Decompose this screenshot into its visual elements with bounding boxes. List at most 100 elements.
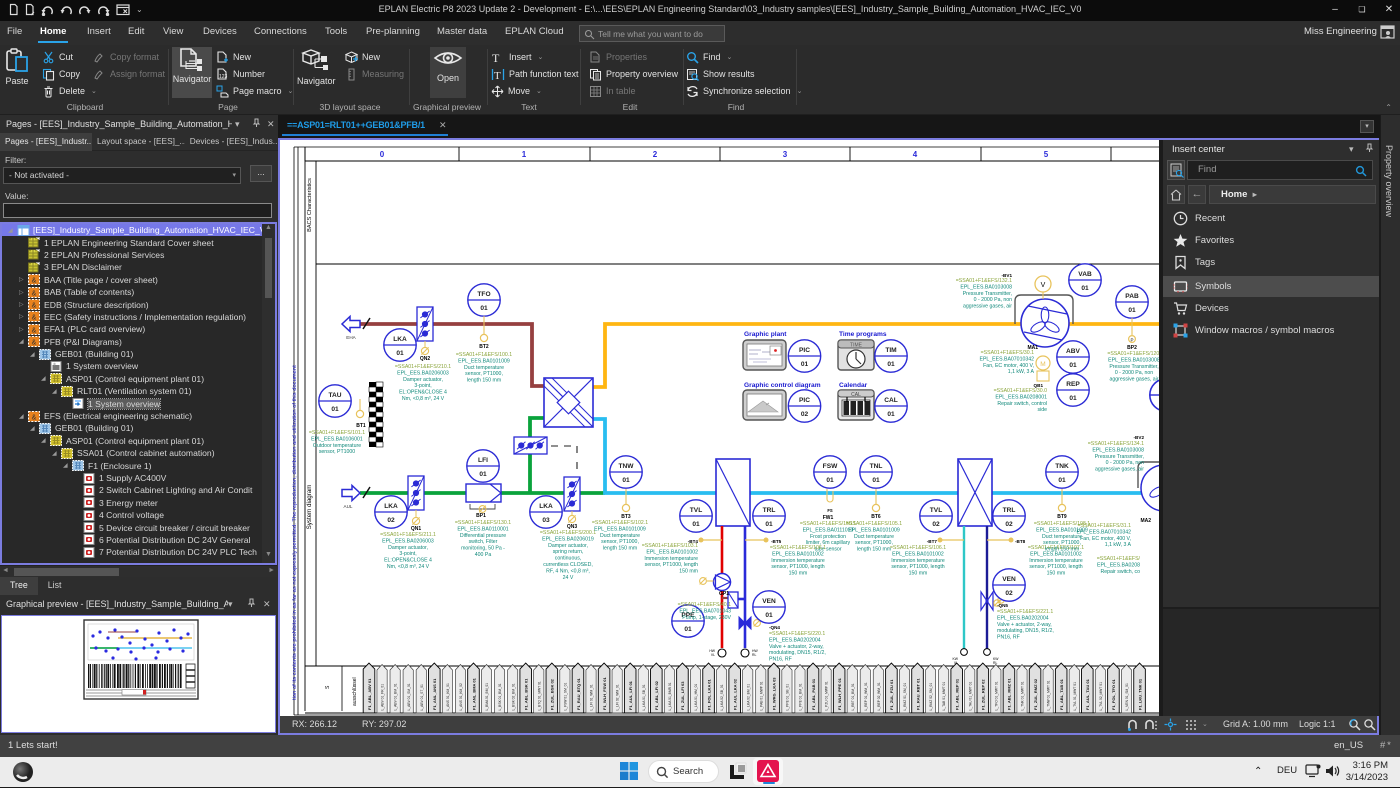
svg-text:TIME: TIME [850, 343, 863, 349]
svg-text:EPL_EES.BA0103008: EPL_EES.BA0103008 [1108, 357, 1159, 363]
svg-text:5: 5 [1044, 150, 1049, 159]
svg-text:Damper actuator,: Damper actuator, [403, 377, 443, 383]
svg-text:F1_ZUL_REP 02: F1_ZUL_REP 02 [981, 679, 986, 710]
svg-text:3-point,: 3-point, [414, 383, 431, 389]
svg-text:Damper actuator,: Damper actuator, [548, 543, 588, 549]
svg-text:01: 01 [872, 477, 880, 484]
svg-text:Valve + actuator, 2-way,: Valve + actuator, 2-way, [769, 644, 824, 650]
svg-text:L_LKA 02_SB_01: L_LKA 02_SB_01 [720, 684, 724, 710]
svg-text:Immersion temperature: Immersion temperature [1029, 558, 1083, 564]
svg-text:TRL: TRL [1003, 507, 1016, 514]
svg-text:LKA: LKA [384, 503, 398, 510]
svg-text:L_LKA 01_SB_01: L_LKA 01_SB_01 [642, 684, 646, 710]
svg-text:L_ABV 01_FR_01: L_ABV 01_FR_01 [381, 684, 385, 711]
svg-text:=SSA01+F1&EFS/210.1: =SSA01+F1&EFS/210.1 [395, 364, 451, 370]
svg-text:F1_WLH_FSW 01: F1_WLH_FSW 01 [602, 677, 607, 710]
svg-text:F1_ZUL_RMZ 02: F1_ZUL_RMZ 02 [1033, 678, 1038, 710]
svg-text:02: 02 [932, 521, 940, 528]
svg-text:F1_RAU_BTQ 01: F1_RAU_BTQ 01 [576, 677, 581, 710]
svg-text:=SSA01+F1&EFS/101.1: =SSA01+F1&EFS/101.1 [309, 430, 365, 436]
svg-text:length 150 mm: length 150 mm [857, 547, 891, 553]
svg-text:-BT8: -BT8 [1015, 539, 1026, 544]
svg-text:&: & [32, 303, 37, 310]
svg-text:PIC: PIC [799, 347, 810, 354]
svg-text:Duct temperature: Duct temperature [854, 534, 894, 540]
svg-text:EPL_EES.BA0103008: EPL_EES.BA0103008 [960, 284, 1012, 290]
svg-text:RL: RL [993, 661, 997, 665]
svg-text:M: M [1040, 361, 1045, 368]
svg-text:PN16, RF: PN16, RF [997, 635, 1020, 641]
svg-text:=SSA01+F1&EFS/: =SSA01+F1&EFS/ [1097, 556, 1141, 562]
svg-text:QN2: QN2 [420, 356, 431, 362]
svg-text:01: 01 [887, 411, 895, 418]
svg-text:EPL_EES.BA0110001: EPL_EES.BA0110001 [457, 526, 508, 532]
svg-text:PN16, RF: PN16, RF [769, 657, 792, 663]
svg-text:0 - 2000 Pa, non: 0 - 2000 Pa, non [1115, 370, 1153, 376]
svg-text:tion of its contents are prohi: tion of its contents are prohibited in a… [292, 365, 298, 700]
svg-text:F1_ABL_LFI 02: F1_ABL_LFI 02 [654, 680, 659, 710]
svg-text:EPL_EES.BA0208001: EPL_EES.BA0208001 [995, 394, 1047, 400]
svg-text:F1_RAU_RBT 01: F1_RAU_RBT 01 [915, 678, 920, 710]
svg-text:=SSA01+F1&EFS/220.1: =SSA01+F1&EFS/220.1 [769, 631, 825, 637]
svg-text:01: 01 [826, 477, 834, 484]
svg-text:L_RMZ 02_SM_01: L_RMZ 02_SM_01 [929, 683, 933, 711]
svg-text:150 mm: 150 mm [679, 569, 698, 575]
svg-text:TIM: TIM [885, 347, 897, 354]
svg-text:Immersion temperature: Immersion temperature [771, 558, 825, 564]
svg-text:EHA: EHA [346, 335, 356, 340]
svg-text:T: T [492, 51, 500, 64]
svg-text:sensor, PT1000, length: sensor, PT1000, length [891, 564, 944, 570]
svg-text:=SSA01+F1&EFS/120.: =SSA01+F1&EFS/120. [1107, 351, 1159, 357]
svg-text:Time programs: Time programs [839, 331, 887, 338]
svg-text:-BV2: -BV2 [1134, 435, 1145, 440]
svg-text:T: T [494, 70, 501, 81]
svg-text:sensor, PT1000,: sensor, PT1000, [601, 539, 639, 545]
svg-text:02: 02 [1005, 521, 1013, 528]
svg-text:ABV: ABV [1066, 348, 1081, 355]
svg-text:sensor, PT1000, length: sensor, PT1000, length [645, 562, 698, 568]
svg-text:01: 01 [331, 406, 339, 413]
svg-text:L_ABV 01_ST_01: L_ABV 01_ST_01 [420, 684, 424, 711]
svg-text:ausschlüssel: ausschlüssel [352, 677, 358, 706]
svg-text:BT9: BT9 [1057, 514, 1067, 520]
svg-text:EPL_EES.BA0202004: EPL_EES.BA0202004 [769, 637, 821, 643]
svg-text:Repair switch, co: Repair switch, co [1101, 569, 1141, 575]
svg-text:RF, 4 Nm, <0,8 m³,: RF, 4 Nm, <0,8 m³, [546, 568, 590, 574]
svg-text:sensor, PT1000: sensor, PT1000 [319, 449, 355, 455]
svg-text:F1_AUL_TAU 01: F1_AUL_TAU 01 [1085, 678, 1090, 710]
svg-text:=SSA01+F1&EFS/106.1: =SSA01+F1&EFS/106.1 [890, 545, 946, 551]
svg-text:Frost protection: Frost protection [810, 534, 846, 540]
svg-text:aggressive gases, air: aggressive gases, air [1109, 377, 1158, 383]
svg-text:03: 03 [542, 517, 550, 524]
svg-text:Immersion temperature: Immersion temperature [891, 558, 945, 564]
svg-text:-QN4: -QN4 [769, 625, 780, 630]
svg-text:L_PPE 01_SB_01: L_PPE 01_SB_01 [786, 684, 790, 711]
svg-text:L_TNW 01_MWT 01: L_TNW 01_MWT 01 [1047, 680, 1051, 710]
svg-text:=SSA01+F1&EFS/30.0: =SSA01+F1&EFS/30.0 [994, 388, 1047, 394]
svg-text:01: 01 [801, 361, 809, 368]
svg-text:F1_ABL_PAB 01: F1_ABL_PAB 01 [811, 678, 816, 710]
svg-text:L_TAB 01_MWT 01: L_TAB 01_MWT 01 [942, 682, 946, 711]
svg-text:TRL: TRL [763, 507, 776, 514]
svg-text:FSW: FSW [823, 463, 838, 470]
svg-text:F1_LKU_TNK 01: F1_LKU_TNK 01 [1137, 678, 1142, 710]
svg-text:&: & [32, 340, 37, 347]
svg-text:CAL: CAL [884, 397, 898, 404]
svg-text:01: 01 [396, 350, 404, 357]
svg-text:F1_ZUL_LFI 03: F1_ZUL_LFI 03 [680, 681, 685, 710]
svg-text:L_BTQ 01_MWT 01: L_BTQ 01_MWT 01 [537, 681, 541, 710]
svg-text:=SSA01+F1&EFS/105.1: =SSA01+F1&EFS/105.1 [846, 521, 902, 527]
svg-text:TVL: TVL [930, 507, 942, 514]
svg-text:02: 02 [1005, 590, 1013, 597]
svg-text:EPL_EES.BA07010342: EPL_EES.BA07010342 [1076, 529, 1131, 535]
svg-text:L_LKA 01_HM_01: L_LKA 01_HM_01 [694, 684, 698, 711]
svg-text:Damper actuator,: Damper actuator, [388, 545, 428, 551]
svg-text:4: 4 [913, 150, 918, 159]
svg-text:EPL_EES.BA0208: EPL_EES.BA0208 [1097, 562, 1140, 568]
svg-text:01: 01 [1069, 362, 1077, 369]
svg-text:F1_ABL_TAB 01: F1_ABL_TAB 01 [1059, 678, 1064, 710]
svg-text:&: & [32, 290, 37, 297]
svg-text:modulating, DN15, R1/2,: modulating, DN15, R1/2, [769, 650, 826, 656]
svg-text:01: 01 [480, 305, 488, 312]
svg-text:switch, Filter: switch, Filter [469, 539, 498, 545]
